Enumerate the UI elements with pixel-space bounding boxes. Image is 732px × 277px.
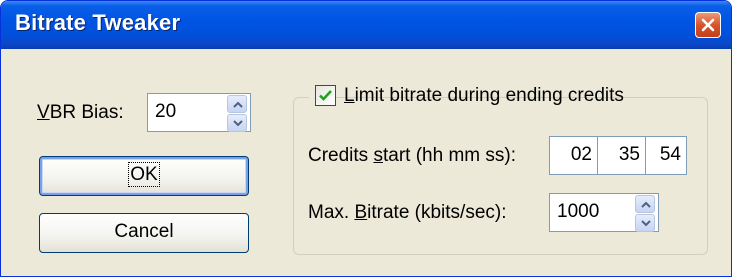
checkmark-icon <box>319 90 332 101</box>
arrow-down-icon <box>233 120 243 127</box>
vbr-bias-spinner[interactable] <box>227 95 247 132</box>
close-button[interactable] <box>695 12 721 38</box>
close-icon <box>701 18 715 32</box>
max-bitrate-spinner[interactable] <box>635 195 655 232</box>
credits-seconds-field[interactable]: 54 <box>645 136 687 175</box>
spin-up-button[interactable] <box>635 195 655 213</box>
cancel-button[interactable]: Cancel <box>39 213 249 253</box>
max-bitrate-label: Max. Bitrate (kbits/sec): <box>308 202 507 223</box>
vbr-bias-value: 20 <box>155 101 177 122</box>
ok-button[interactable]: OK <box>39 156 249 196</box>
title-bar[interactable]: Bitrate Tweaker <box>1 1 731 49</box>
credits-start-label: Credits start (hh mm ss): <box>308 145 516 166</box>
arrow-up-icon <box>233 101 243 108</box>
max-bitrate-value: 1000 <box>557 201 600 222</box>
spin-up-button[interactable] <box>227 95 247 113</box>
vbr-bias-field[interactable]: 20 <box>147 93 251 132</box>
credits-hours-field[interactable]: 02 <box>549 136 598 175</box>
arrow-up-icon <box>641 201 651 208</box>
credits-minutes-field[interactable]: 35 <box>597 136 646 175</box>
limit-bitrate-checkbox-row[interactable]: Limit bitrate during ending credits <box>309 81 624 111</box>
limit-bitrate-label: Limit bitrate during ending credits <box>344 85 624 106</box>
arrow-down-icon <box>641 220 651 227</box>
spin-down-button[interactable] <box>227 114 247 132</box>
limit-bitrate-checkbox[interactable] <box>315 85 336 106</box>
window-title: Bitrate Tweaker <box>15 10 181 35</box>
spin-down-button[interactable] <box>635 214 655 232</box>
max-bitrate-field[interactable]: 1000 <box>549 193 659 232</box>
vbr-bias-label: VBR Bias: <box>37 102 124 123</box>
dialog-window: Bitrate Tweaker VBR Bias: 20 OK Cancel L… <box>0 0 732 277</box>
